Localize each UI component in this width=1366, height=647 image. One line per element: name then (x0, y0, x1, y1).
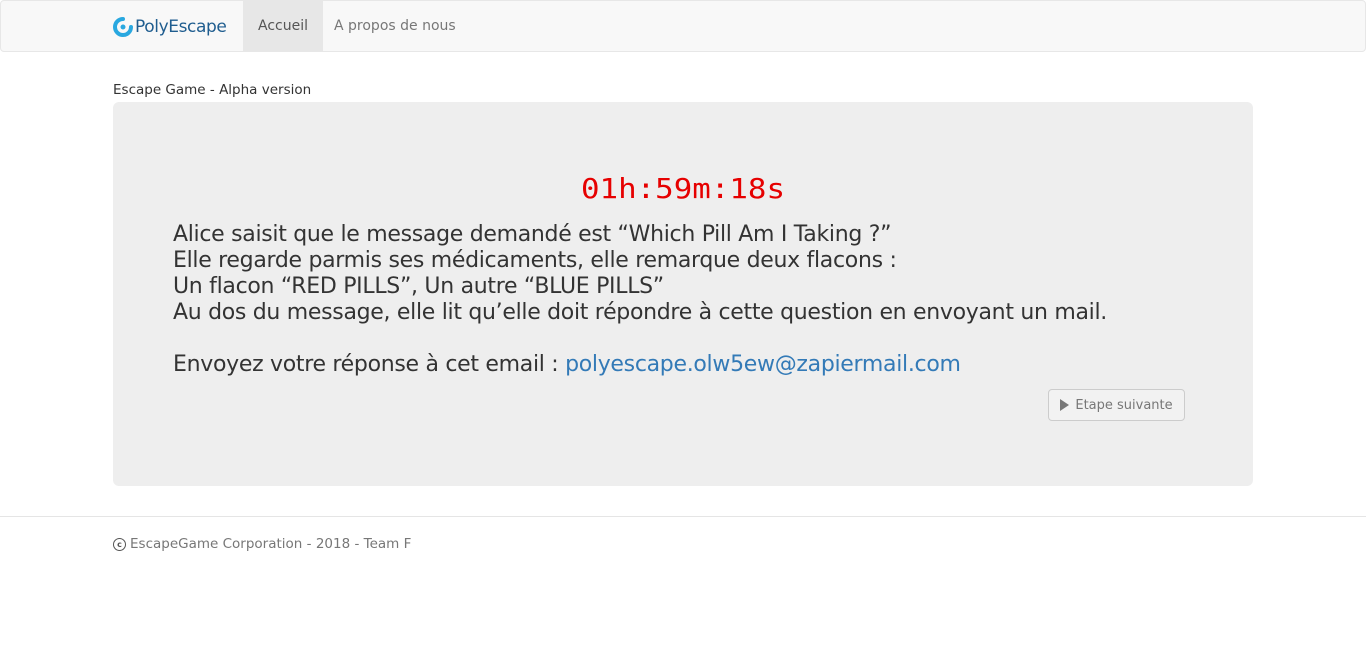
countdown-timer: 01h:59m:18s (113, 168, 1253, 208)
email-prompt: Envoyez votre réponse à cet email : (173, 352, 566, 377)
game-message: Alice saisit que le message demandé est … (173, 222, 1107, 378)
nav-item-a-propos[interactable]: A propos de nous (319, 1, 471, 51)
timer-value: 01h:59m:18s (581, 172, 785, 205)
nav-item-accueil[interactable]: Accueil (243, 1, 323, 51)
game-panel: 01h:59m:18s Alice saisit que le message … (113, 102, 1253, 486)
message-line: Alice saisit que le message demandé est … (173, 222, 892, 247)
message-line: Elle regarde parmis ses médicaments, ell… (173, 248, 897, 273)
polyescape-logo-icon (113, 17, 133, 37)
brand-name: PolyEscape (135, 17, 227, 37)
footer: c EscapeGame Corporation - 2018 - Team F (113, 536, 411, 552)
email-instruction: Envoyez votre réponse à cet email : poly… (173, 352, 1107, 378)
message-line: Au dos du message, elle lit qu’elle doit… (173, 300, 1107, 325)
footer-text: EscapeGame Corporation - 2018 - Team F (130, 536, 412, 552)
copyright-icon: c (113, 537, 126, 551)
next-step-button[interactable]: Etape suivante (1048, 389, 1185, 421)
next-step-label: Etape suivante (1075, 397, 1173, 413)
play-icon (1060, 399, 1070, 411)
message-line: Un flacon “RED PILLS”, Un autre “BLUE PI… (173, 274, 664, 299)
brand-link[interactable]: PolyEscape (113, 15, 227, 39)
top-navbar: PolyEscape Accueil A propos de nous (0, 0, 1366, 52)
footer-divider (0, 516, 1366, 517)
page-subtitle: Escape Game - Alpha version (113, 82, 312, 98)
email-link[interactable]: polyescape.olw5ew@zapiermail.com (565, 352, 961, 377)
